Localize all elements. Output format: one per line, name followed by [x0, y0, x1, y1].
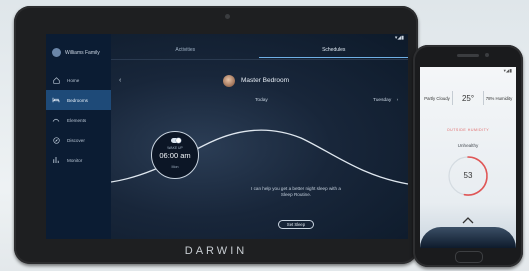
- sidebar-item-elements[interactable]: Elements: [46, 110, 111, 130]
- phone-camera: [485, 53, 489, 57]
- sidebar-item-label: Elements: [67, 117, 87, 123]
- temperature: 25°: [461, 93, 475, 103]
- sidebar-nav: Home Bedrooms Elements Discover Monitor: [46, 70, 111, 170]
- room-title: Master Bedroom: [241, 77, 290, 84]
- phone-screen: ▾◢▮ Partly Cloudy 25° 78% Humidity OUTSI…: [420, 67, 516, 248]
- phone-status-bar: ▾◢▮: [503, 68, 512, 73]
- room-avatar: [223, 75, 235, 87]
- phone-speaker: [457, 54, 479, 57]
- bed-icon: [52, 96, 60, 104]
- phone-device: ▾◢▮ Partly Cloudy 25° 78% Humidity OUTSI…: [413, 45, 523, 267]
- today-label: Today: [255, 98, 268, 103]
- weather-stats: Partly Cloudy 25° 78% Humidity: [422, 85, 514, 111]
- wake-day: Mon: [171, 165, 179, 169]
- humidity-status: Unhealthy: [457, 143, 479, 148]
- status-bar: ▾◢▮: [394, 35, 404, 41]
- front-camera: [225, 14, 230, 19]
- tab-activities[interactable]: Activities: [111, 45, 260, 59]
- outside-humidity-label: OUTSIDE HUMIDITY: [446, 128, 490, 132]
- back-icon[interactable]: ‹: [119, 77, 121, 84]
- divider: [111, 59, 408, 60]
- profile[interactable]: Williams Family: [52, 48, 105, 57]
- tablet-screen: Williams Family Home Bedrooms Elements D…: [46, 34, 408, 239]
- home-button[interactable]: [455, 251, 483, 263]
- sidebar-item-monitor[interactable]: Monitor: [46, 150, 111, 170]
- elements-icon: [52, 116, 60, 124]
- bottom-panel[interactable]: [420, 227, 516, 248]
- monitor-icon: [52, 156, 60, 164]
- sidebar-item-label: Home: [67, 77, 80, 83]
- main-panel: ▾◢▮ Activities Schedules ‹ Master Bedroo…: [111, 34, 408, 239]
- sidebar-item-label: Discover: [67, 137, 85, 143]
- sidebar-item-home[interactable]: Home: [46, 70, 111, 90]
- weather-condition: Partly Cloudy: [424, 95, 450, 101]
- chevron-right-icon: ›: [396, 98, 399, 103]
- next-day-label: Tuesday: [373, 98, 392, 103]
- sidebar-item-label: Monitor: [67, 157, 83, 163]
- sidebar-item-bedrooms[interactable]: Bedrooms: [46, 90, 111, 110]
- up-chevron-icon[interactable]: [462, 217, 474, 224]
- gauge-value: 53: [463, 171, 473, 180]
- sidebar: Williams Family Home Bedrooms Elements D…: [46, 34, 111, 239]
- discover-icon: [52, 136, 60, 144]
- sidebar-item-label: Bedrooms: [67, 97, 88, 103]
- wake-alarm-dial[interactable]: WAKE UP 06:00 am Mon: [151, 131, 199, 179]
- profile-name: Williams Family: [65, 49, 100, 56]
- wake-label: WAKE UP: [167, 146, 183, 150]
- set-sleep-button[interactable]: Set Sleep: [278, 220, 314, 229]
- humidity-stat: 78% Humidity: [485, 95, 513, 101]
- assistant-message: I can help you get a better night sleep …: [251, 186, 341, 197]
- next-day-button[interactable]: Tuesday ›: [373, 98, 398, 103]
- home-icon: [52, 76, 60, 84]
- wake-time: 06:00 am: [159, 151, 191, 160]
- tablet-device: Williams Family Home Bedrooms Elements D…: [14, 6, 418, 264]
- avatar[interactable]: [52, 48, 61, 57]
- active-tab-indicator: [259, 57, 408, 58]
- sidebar-item-discover[interactable]: Discover: [46, 130, 111, 150]
- brand-logo: DARWIN: [184, 245, 248, 257]
- alarm-toggle[interactable]: [171, 138, 181, 143]
